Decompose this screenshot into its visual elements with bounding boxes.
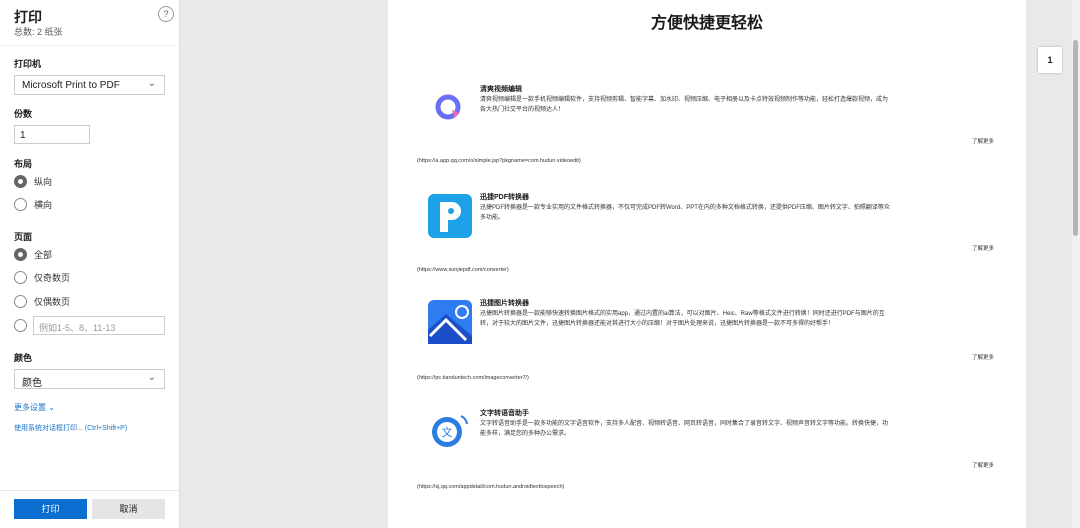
radio-odd-pages[interactable]: 仅奇数页	[14, 271, 70, 284]
radio-landscape[interactable]: 横向	[14, 198, 52, 211]
app-url[interactable]: (https://a.app.qq.com/o/simple.jsp?pkgna…	[417, 158, 581, 164]
cancel-button[interactable]: 取消	[92, 499, 165, 519]
svg-text:文: 文	[442, 425, 453, 439]
color-select[interactable]: 颜色 ⌄	[14, 369, 165, 389]
app-url[interactable]: (https://www.xunjiepdf.com/converter)	[417, 267, 509, 273]
radio-label: 横向	[34, 200, 53, 210]
scrollbar-thumb[interactable]	[1073, 40, 1078, 236]
radio-portrait[interactable]: 纵向	[14, 175, 52, 188]
learn-more-link[interactable]: 了解更多	[972, 137, 994, 145]
app-url[interactable]: (https://sj.qq.com/appdetail/com.hudun.a…	[417, 484, 564, 490]
radio-label: 仅奇数页	[34, 273, 71, 283]
radio-icon	[14, 271, 27, 284]
preview-page: 方便快捷更轻松 清爽视频编辑 清爽视频编辑是一款手机视频编辑软件，支持视频剪辑、…	[388, 0, 1026, 528]
radio-label: 仅偶数页	[34, 297, 71, 307]
radio-label: 纵向	[34, 177, 53, 187]
divider	[0, 45, 180, 46]
app-description: 迅捷PDF转换器是一款专业实用的文件格式转换器，不仅可完成PDF转Word、PP…	[480, 205, 890, 221]
pdf-converter-app-icon	[428, 194, 472, 238]
app-title: 迅捷图片转换器	[480, 300, 529, 307]
help-icon[interactable]: ?	[158, 6, 174, 22]
printer-value: Microsoft Print to PDF	[22, 80, 120, 91]
app-description: 迅捷图片转换器是一款能够快速转换图片格式的实用app，通过内置的ai算法，可以对…	[480, 311, 885, 327]
radio-all-pages[interactable]: 全部	[14, 248, 52, 261]
pages-label: 页面	[14, 232, 33, 242]
radio-icon	[14, 198, 27, 211]
page-heading: 方便快捷更轻松	[650, 15, 763, 32]
copies-input[interactable]: 1	[14, 125, 90, 144]
sheet-count: 总数: 2 纸张	[14, 27, 63, 37]
print-button[interactable]: 打印	[14, 499, 87, 519]
layout-label: 布局	[14, 159, 33, 169]
image-converter-app-icon	[428, 300, 472, 344]
system-dialog-link[interactable]: 使用系统对话框打印... (Ctrl+Shift+P)	[14, 423, 127, 433]
learn-more-link[interactable]: 了解更多	[972, 353, 994, 361]
radio-selected-icon	[14, 248, 27, 261]
text-to-speech-app-icon: 文	[428, 410, 472, 454]
printer-label: 打印机	[14, 59, 42, 69]
radio-icon	[14, 319, 27, 332]
chevron-down-icon: ⌄	[147, 78, 156, 89]
dialog-title: 打印	[14, 9, 42, 25]
radio-icon	[14, 295, 27, 308]
copies-label: 份数	[14, 109, 33, 119]
app-title: 清爽视频编辑	[480, 86, 522, 93]
radio-custom-pages[interactable]	[14, 319, 34, 332]
app-description: 文字转语音助手是一款多功能的文字语音软件，支持多人配音、视频转语音、网页转语音，…	[480, 421, 889, 437]
app-url[interactable]: (https://pc.tianduntech.com/imageconvert…	[417, 375, 529, 381]
app-title: 文字转语音助手	[480, 410, 529, 417]
radio-label: 全部	[34, 250, 53, 260]
video-edit-app-icon	[428, 86, 472, 130]
app-description: 清爽视频编辑是一款手机视频编辑软件，支持视频剪辑、智能字幕、加水印、视频压缩、电…	[480, 97, 889, 113]
learn-more-link[interactable]: 了解更多	[972, 244, 994, 252]
app-title: 迅捷PDF转换器	[480, 194, 529, 201]
learn-more-link[interactable]: 了解更多	[972, 461, 994, 469]
color-value: 颜色	[22, 378, 42, 389]
radio-even-pages[interactable]: 仅偶数页	[14, 295, 70, 308]
radio-selected-icon	[14, 175, 27, 188]
color-label: 颜色	[14, 353, 33, 363]
print-settings-panel: 打印 总数: 2 纸张 ? 打印机 Microsoft Print to PDF…	[0, 0, 180, 528]
page-thumbnail[interactable]: 1	[1038, 47, 1062, 73]
chevron-down-icon: ⌄	[147, 372, 156, 383]
more-settings-link[interactable]: 更多设置 ⌄	[14, 402, 55, 413]
custom-pages-input[interactable]: 例如1-5、8、11-13	[33, 316, 165, 335]
printer-select[interactable]: Microsoft Print to PDF ⌄	[14, 75, 165, 95]
